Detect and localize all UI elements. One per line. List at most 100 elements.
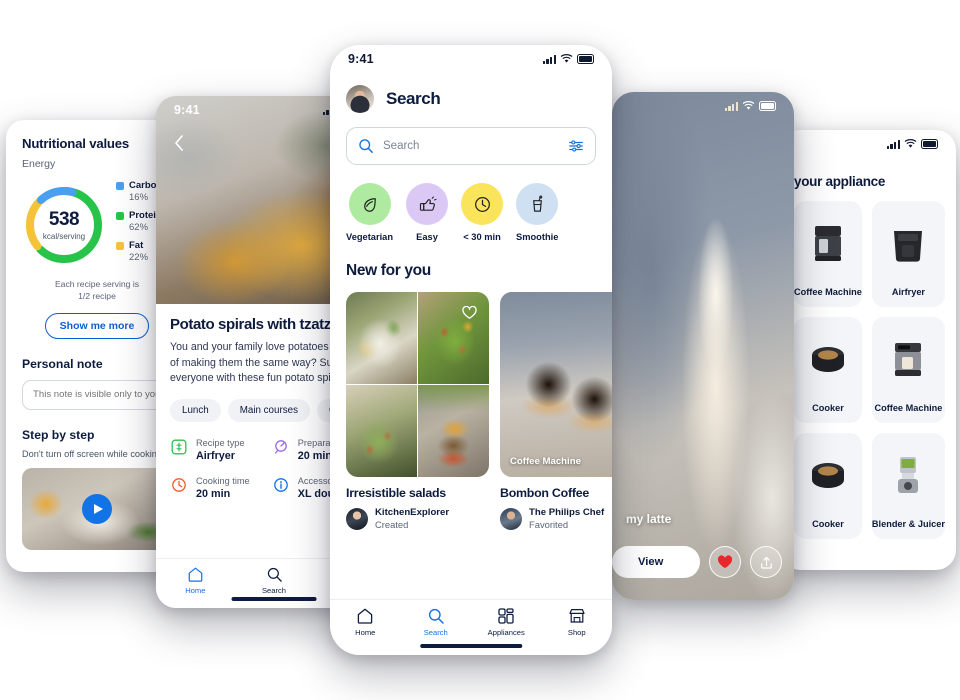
appliance-cell-cooker-2[interactable]: Cooker bbox=[794, 433, 862, 539]
search-screen-card: 9:41 Search Search Vegetarian Easy < 30 … bbox=[330, 45, 612, 655]
avatar bbox=[500, 507, 522, 530]
macro-donut-chart: 538 kcal/serving bbox=[22, 183, 106, 267]
smoothie-icon bbox=[516, 183, 559, 225]
search-icon bbox=[428, 608, 444, 624]
section-title-new-for-you: New for you bbox=[346, 262, 431, 279]
signal-icon bbox=[886, 139, 900, 149]
step-by-step-heading: Step by step bbox=[22, 427, 95, 442]
signal-icon bbox=[542, 54, 556, 64]
search-icon bbox=[267, 567, 282, 582]
tab-search[interactable]: Search bbox=[235, 566, 314, 595]
play-icon[interactable] bbox=[82, 493, 112, 524]
cooker-icon bbox=[794, 433, 862, 519]
leaf-icon bbox=[348, 183, 391, 225]
wifi-icon bbox=[904, 139, 917, 148]
appliance-grid: Coffee Machine Airfryer Cooker Coffee Ma… bbox=[780, 189, 956, 539]
collection-author: The Philips Chef Favorited bbox=[500, 507, 612, 530]
avatar[interactable] bbox=[346, 85, 374, 113]
appliance-name: Cooker bbox=[812, 403, 844, 413]
calorie-value: 538 bbox=[48, 209, 80, 230]
tab-label: Shop bbox=[567, 628, 586, 637]
tab-label: Search bbox=[261, 586, 287, 595]
shop-icon bbox=[569, 609, 585, 623]
collection-author: KitchenExplorer Created bbox=[346, 507, 489, 530]
author-name: KitchenExplorer bbox=[375, 507, 450, 518]
category-vegetarian[interactable]: Vegetarian bbox=[346, 183, 393, 242]
meta-value: Airfryer bbox=[196, 450, 236, 463]
show-me-more-button[interactable]: Show me more bbox=[44, 312, 150, 339]
category-label: Vegetarian bbox=[346, 232, 394, 242]
collection-image-tile bbox=[418, 385, 489, 477]
legend-swatch bbox=[116, 211, 124, 220]
appliance-cell-coffee-machine-1[interactable]: Coffee Machine bbox=[794, 201, 862, 307]
collection-image-tile bbox=[346, 292, 417, 384]
personal-note-input[interactable] bbox=[22, 379, 172, 410]
info-icon bbox=[272, 476, 290, 494]
chip-main-courses[interactable]: Main courses bbox=[227, 399, 310, 423]
blender-icon bbox=[872, 433, 945, 519]
appliance-name: Airfryer bbox=[891, 287, 926, 297]
serving-note-line2: 1/2 recipe bbox=[78, 291, 116, 302]
appliance-cell-coffee-machine-2[interactable]: Coffee Machine bbox=[871, 317, 945, 423]
legend-swatch bbox=[116, 181, 124, 190]
tab-shop[interactable]: Shop bbox=[542, 607, 613, 637]
tab-label: Search bbox=[423, 628, 448, 637]
energy-label: Energy bbox=[22, 158, 56, 170]
appliance-cell-blender-juicer[interactable]: Blender & Juicer bbox=[871, 433, 945, 539]
recipe-collection-list: Irresistible salads KitchenExplorer Crea… bbox=[346, 292, 612, 530]
chip-lunch[interactable]: Lunch bbox=[170, 399, 221, 423]
meta-key: Cooking time bbox=[196, 476, 250, 487]
search-icon bbox=[359, 139, 373, 153]
tab-appliances[interactable]: Appliances bbox=[471, 607, 542, 637]
coffee-machine-icon bbox=[872, 317, 945, 403]
home-indicator bbox=[420, 643, 522, 648]
share-icon[interactable] bbox=[750, 546, 782, 578]
screen-warning-text: Don't turn off screen while cooking bbox=[22, 448, 162, 459]
home-icon bbox=[358, 608, 373, 624]
avatar bbox=[346, 507, 368, 530]
collection-title: Bombon Coffee bbox=[500, 486, 589, 500]
page-title: Nutritional values bbox=[22, 136, 130, 151]
filter-icon bbox=[569, 140, 583, 152]
author-name: The Philips Chef bbox=[529, 507, 605, 518]
collection-card-salads[interactable]: Irresistible salads KitchenExplorer Crea… bbox=[346, 292, 489, 530]
back-button[interactable] bbox=[166, 130, 192, 156]
category-easy[interactable]: Easy bbox=[406, 183, 449, 242]
category-smoothie[interactable]: Smoothie bbox=[516, 183, 558, 242]
category-label: Easy bbox=[416, 232, 438, 242]
prep-icon bbox=[272, 438, 290, 456]
appliance-name: Coffee Machine bbox=[874, 403, 943, 413]
favorite-heart-icon[interactable] bbox=[457, 300, 481, 324]
category-filters: Vegetarian Easy < 30 min Smoothie bbox=[346, 183, 596, 242]
category-label: < 30 min bbox=[463, 232, 501, 242]
appliance-cell-cooker-1[interactable]: Cooker bbox=[794, 317, 862, 423]
tab-search[interactable]: Search bbox=[401, 607, 472, 637]
page-title: your appliance bbox=[794, 174, 886, 189]
latte-promo-card: my latte View bbox=[612, 92, 794, 600]
collection-image: Coffee Machine bbox=[500, 292, 612, 477]
heart-filled-icon[interactable] bbox=[709, 546, 741, 578]
home-icon bbox=[188, 567, 203, 582]
search-content: Search Search Vegetarian Easy < 30 min S… bbox=[330, 73, 612, 530]
status-bar bbox=[780, 130, 956, 158]
image-caption: Coffee Machine bbox=[510, 456, 581, 467]
latte-action-row: View bbox=[612, 546, 782, 578]
collection-card-coffee[interactable]: Coffee Machine Bombon Coffee The Philips… bbox=[500, 292, 612, 530]
status-time: 9:41 bbox=[348, 52, 374, 66]
search-input[interactable]: Search bbox=[346, 127, 596, 165]
status-icons bbox=[542, 54, 594, 64]
personal-note-heading: Personal note bbox=[22, 356, 103, 371]
tab-label: Home bbox=[355, 628, 376, 637]
search-header: Search bbox=[346, 85, 596, 113]
status-icons bbox=[886, 139, 938, 149]
status-icons bbox=[724, 101, 776, 111]
coffee-machine-icon bbox=[794, 201, 862, 287]
tab-home[interactable]: Home bbox=[156, 566, 235, 595]
appliances-grid-card: your appliance Coffee Machine Airfryer C… bbox=[780, 130, 956, 570]
tab-label: Home bbox=[185, 586, 206, 595]
category-under-30-min[interactable]: < 30 min bbox=[461, 183, 504, 242]
tab-home[interactable]: Home bbox=[330, 607, 401, 637]
appliance-cell-airfryer[interactable]: Airfryer bbox=[871, 201, 945, 307]
step-video-thumbnail[interactable] bbox=[22, 467, 172, 550]
view-button[interactable]: View bbox=[612, 546, 700, 578]
